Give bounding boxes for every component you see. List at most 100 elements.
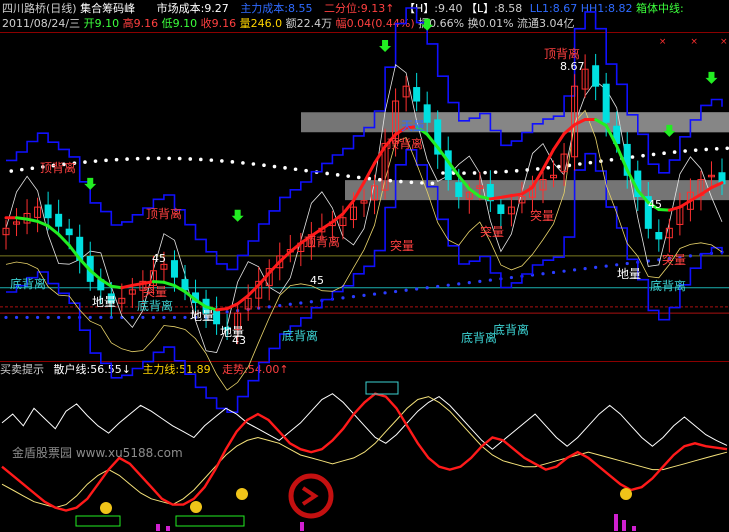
chart-annotation: 地量 [92,295,116,309]
candle-body [44,204,52,219]
trend-segment [57,232,71,247]
support-dot [425,286,429,290]
trend-segment [257,271,271,287]
candle-body [181,279,189,291]
support-dot [35,315,40,320]
buy-arrow-icon [421,18,434,31]
trend-segment [552,132,566,152]
cost-dot [272,164,277,169]
support-dot [299,301,303,305]
candle-body [592,65,600,87]
trend-segment [236,294,250,306]
support-dot [393,289,398,294]
support-dot [151,315,156,320]
support-dot [457,282,461,286]
support-dot [583,267,587,271]
candle-body [213,310,221,325]
cost-dot [146,156,150,161]
cost-dot [409,180,414,185]
chart-annotation: 顶背离 [544,46,580,61]
chart-annotation: 顶背离 [304,234,340,249]
cost-dot [156,156,161,161]
support-dot [446,283,450,287]
cost-dot [304,168,308,173]
cost-dot [588,160,593,165]
cost-dot [693,148,698,152]
cost-dot [651,152,656,157]
support-dot [594,265,598,269]
support-dot [14,315,19,320]
candle-body [170,260,178,278]
support-dot [541,272,545,276]
cost-dot [209,158,214,162]
cost-dot [714,146,719,151]
cost-dot [93,159,98,163]
support-dot [67,315,71,320]
watermark-text: 金盾股票园 www.xu5188.com [12,446,183,460]
candle-body [455,182,463,198]
trend-segment [278,250,292,264]
cost-dot [177,156,182,161]
cost-dot [535,167,540,171]
trend-segment [130,281,145,287]
cost-dot [441,171,445,175]
support-dot [688,254,693,258]
support-dot [478,279,482,283]
cost-dot [472,171,477,175]
chart-tick-label: 45 [310,274,324,287]
cost-dot [241,161,245,165]
cost-dot [346,174,351,178]
signal-box [175,515,245,527]
chart-annotation: 突量 [662,252,686,267]
cost-dot [220,159,224,163]
buy-arrow-icon [231,209,244,222]
support-dot [351,295,356,299]
support-dot [488,278,492,282]
cost-dot [578,162,582,166]
trend-segment [667,205,682,212]
cost-dot [704,147,709,152]
cost-dot [483,170,487,175]
cost-dot [198,157,203,162]
cost-dot [262,163,266,168]
chart-annotation: 地量 [190,309,214,323]
trend-segment [15,216,29,221]
cost-dot [514,168,519,173]
support-dot [99,315,103,320]
candle-body [655,232,663,240]
cost-dot [283,166,287,170]
support-dot [88,315,92,320]
smiley-icon [190,501,202,513]
cost-dot [493,170,498,174]
cost-dot [135,156,140,161]
chip-band [345,180,729,201]
support-dot [341,296,345,300]
logo-ring [288,473,334,519]
chart-annotation: 底背离 [650,278,686,293]
trend-segment [151,280,166,284]
support-dot [509,275,514,280]
chart-tick-label: 8.67 [560,60,585,73]
chart-annotation: 顶背离 [387,136,423,151]
cost-dot [462,171,466,175]
chart-annotation: 突量 [390,238,414,253]
support-dot [4,315,8,320]
support-dot [372,292,377,296]
support-dot [25,315,29,320]
cost-dot [167,156,172,161]
chart-tick-label: 43 [232,334,246,347]
cost-dot [188,157,193,161]
signal-bar [300,522,304,531]
support-dot [415,287,419,291]
chart-annotation: 底背离 [493,322,529,337]
chart-annotation: 底背离 [461,330,497,345]
trend-segment [488,195,503,201]
cost-dot [230,160,235,164]
cost-dot [430,181,435,186]
support-dot [130,315,134,320]
chart-annotation: 天量 [401,119,425,133]
cost-dot [114,157,119,162]
cost-dot [30,166,35,171]
trend-segment [499,194,513,199]
cost-dot [356,175,361,180]
